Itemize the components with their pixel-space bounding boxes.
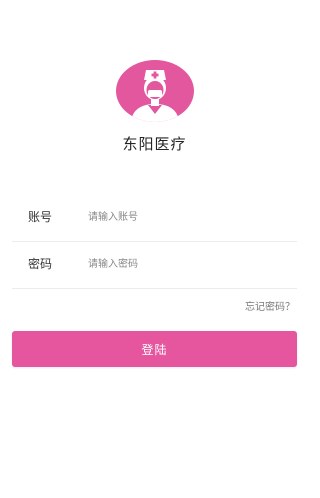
account-label: 账号 <box>28 210 53 224</box>
app-title: 东阳医疗 <box>122 135 187 153</box>
login-button[interactable]: 登陆 <box>12 331 297 367</box>
account-input[interactable] <box>86 205 290 229</box>
nurse-avatar-icon <box>131 70 179 122</box>
password-input[interactable] <box>86 252 290 276</box>
password-label: 密码 <box>28 257 53 271</box>
divider <box>12 288 297 289</box>
forgot-password-link[interactable]: 忘记密码？ <box>245 300 295 316</box>
account-row: 账号 <box>12 195 297 239</box>
password-row: 密码 <box>12 242 297 286</box>
app-logo <box>116 60 194 122</box>
